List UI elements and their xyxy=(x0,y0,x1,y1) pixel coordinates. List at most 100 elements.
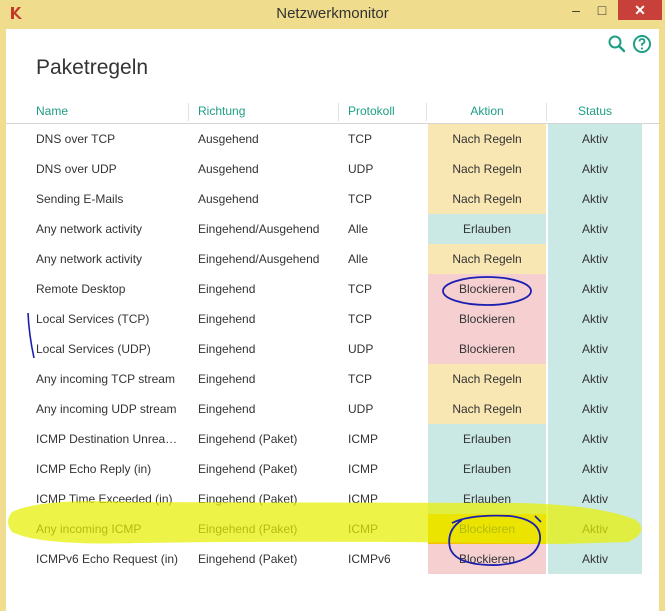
maximize-button[interactable]: □ xyxy=(592,0,612,20)
search-icon[interactable] xyxy=(607,34,627,54)
rule-name-cell: Remote Desktop xyxy=(36,282,126,296)
rule-action-cell[interactable]: Erlauben xyxy=(428,484,546,514)
table-row[interactable]: Any incoming ICMP Eingehend (Paket) ICMP Bl… xyxy=(6,514,659,544)
rule-name-cell: Local Services (TCP) xyxy=(36,312,150,326)
table-row[interactable]: ICMP Time Exceeded (in) Eingehend (Paket)… xyxy=(6,484,659,514)
rule-action-cell[interactable]: Blockieren xyxy=(428,274,546,304)
rule-action-cell[interactable]: Nach Regeln xyxy=(428,154,546,184)
title-bar[interactable]: Netzwerkmonitor – □ ✕ xyxy=(0,0,665,28)
main-panel: Paketregeln Name Richtung Protokoll Akti… xyxy=(6,29,659,611)
rule-name-cell: ICMP Time Exceeded (in) xyxy=(36,492,173,506)
rule-action-cell[interactable]: Nach Regeln xyxy=(428,244,546,274)
rule-direction-cell: Eingehend (Paket) xyxy=(198,522,298,536)
rule-status-cell[interactable]: Aktiv xyxy=(548,424,642,454)
table-row[interactable]: ICMP Echo Reply (in) Eingehend (Paket) ICM… xyxy=(6,454,659,484)
rule-name-cell: ICMPv6 Echo Request (in) xyxy=(36,552,179,566)
rule-direction-cell: Eingehend xyxy=(198,402,256,416)
rule-action-cell[interactable]: Blockieren xyxy=(428,544,546,574)
column-header-protocol[interactable]: Protokoll xyxy=(348,104,395,118)
rule-protocol-cell: TCP xyxy=(348,282,372,296)
table-row[interactable]: Remote Desktop Eingehend TCP Blockieren Akti… xyxy=(6,274,659,304)
rule-status-cell[interactable]: Aktiv xyxy=(548,214,642,244)
rule-action-cell[interactable]: Blockieren xyxy=(428,304,546,334)
rule-status-cell[interactable]: Aktiv xyxy=(548,544,642,574)
table-row[interactable]: Any incoming UDP stream Eingehend UDP Nach … xyxy=(6,394,659,424)
rule-direction-cell: Eingehend xyxy=(198,342,256,356)
rule-direction-cell: Ausgehend xyxy=(198,132,259,146)
table-row[interactable]: Any network activity Eingehend/Ausgehend A… xyxy=(6,214,659,244)
rule-protocol-cell: UDP xyxy=(348,402,374,416)
rule-protocol-cell: UDP xyxy=(348,162,374,176)
rule-status-cell[interactable]: Aktiv xyxy=(548,514,642,544)
rule-status-cell[interactable]: Aktiv xyxy=(548,244,642,274)
rule-status-cell[interactable]: Aktiv xyxy=(548,124,642,154)
app-window: Netzwerkmonitor – □ ✕ Paketregeln Name R… xyxy=(0,0,665,611)
column-divider[interactable] xyxy=(426,103,427,121)
rule-protocol-cell: TCP xyxy=(348,372,372,386)
rule-name-cell: ICMP Destination Unrea… xyxy=(36,432,178,446)
rule-name-cell: DNS over TCP xyxy=(36,132,116,146)
rule-direction-cell: Eingehend (Paket) xyxy=(198,462,298,476)
close-button[interactable]: ✕ xyxy=(618,0,662,20)
rule-status-cell[interactable]: Aktiv xyxy=(548,184,642,214)
rule-name-cell: Any incoming TCP stream xyxy=(36,372,175,386)
rule-status-cell[interactable]: Aktiv xyxy=(548,304,642,334)
rule-name-cell: DNS over UDP xyxy=(36,162,117,176)
rule-protocol-cell: ICMPv6 xyxy=(348,552,391,566)
column-header-status[interactable]: Status xyxy=(548,104,642,118)
table-row[interactable]: ICMPv6 Echo Request (in) Eingehend (Paket… xyxy=(6,544,659,574)
rule-direction-cell: Eingehend xyxy=(198,282,256,296)
table-row[interactable]: Any network activity Eingehend/Ausgehend A… xyxy=(6,244,659,274)
rule-status-cell[interactable]: Aktiv xyxy=(548,274,642,304)
column-header-direction[interactable]: Richtung xyxy=(198,104,245,118)
minimize-button[interactable]: – xyxy=(566,0,586,20)
table-row[interactable]: Any incoming TCP stream Eingehend TCP Nach … xyxy=(6,364,659,394)
column-divider[interactable] xyxy=(188,103,189,121)
rule-action-cell[interactable]: Nach Regeln xyxy=(428,394,546,424)
rule-direction-cell: Eingehend (Paket) xyxy=(198,432,298,446)
column-divider[interactable] xyxy=(546,103,547,121)
rule-action-cell[interactable]: Erlauben xyxy=(428,454,546,484)
column-header-name[interactable]: Name xyxy=(36,104,68,118)
rule-protocol-cell: UDP xyxy=(348,342,374,356)
rule-direction-cell: Eingehend/Ausgehend xyxy=(198,252,320,266)
column-divider[interactable] xyxy=(338,103,339,121)
help-icon[interactable] xyxy=(632,34,652,54)
table-row[interactable]: ICMP Destination Unrea… Eingehend (Paket)… xyxy=(6,424,659,454)
column-header-action[interactable]: Aktion xyxy=(428,104,546,118)
rule-status-cell[interactable]: Aktiv xyxy=(548,364,642,394)
table-row[interactable]: DNS over UDP Ausgehend UDP Nach Regeln Aktiv xyxy=(6,154,659,184)
rule-action-cell[interactable]: Blockieren xyxy=(428,514,546,544)
rule-protocol-cell: ICMP xyxy=(348,462,378,476)
rule-action-cell[interactable]: Nach Regeln xyxy=(428,364,546,394)
table-row[interactable]: Local Services (TCP) Eingehend TCP Blockier… xyxy=(6,304,659,334)
rule-protocol-cell: Alle xyxy=(348,252,369,266)
rule-direction-cell: Eingehend xyxy=(198,312,256,326)
rule-status-cell[interactable]: Aktiv xyxy=(548,484,642,514)
rule-direction-cell: Eingehend (Paket) xyxy=(198,552,298,566)
rule-action-cell[interactable]: Nach Regeln xyxy=(428,124,546,154)
rule-direction-cell: Eingehend (Paket) xyxy=(198,492,298,506)
rule-status-cell[interactable]: Aktiv xyxy=(548,154,642,184)
table-header: Name Richtung Protokoll Aktion Status xyxy=(6,101,659,124)
rule-protocol-cell: Alle xyxy=(348,222,369,236)
table-row[interactable]: Sending E-Mails Ausgehend TCP Nach Regeln Ak… xyxy=(6,184,659,214)
rule-name-cell: Sending E-Mails xyxy=(36,192,124,206)
rule-protocol-cell: ICMP xyxy=(348,432,378,446)
rule-name-cell: Local Services (UDP) xyxy=(36,342,151,356)
rule-action-cell[interactable]: Erlauben xyxy=(428,214,546,244)
rule-protocol-cell: TCP xyxy=(348,192,372,206)
table-row[interactable]: Local Services (UDP) Eingehend UDP Blockier… xyxy=(6,334,659,364)
rule-status-cell[interactable]: Aktiv xyxy=(548,334,642,364)
rule-name-cell: Any incoming UDP stream xyxy=(36,402,177,416)
table-row[interactable]: DNS over TCP Ausgehend TCP Nach Regeln Aktiv xyxy=(6,124,659,154)
rule-name-cell: Any incoming ICMP xyxy=(36,522,142,536)
rule-action-cell[interactable]: Erlauben xyxy=(428,424,546,454)
rule-status-cell[interactable]: Aktiv xyxy=(548,454,642,484)
rule-direction-cell: Ausgehend xyxy=(198,192,259,206)
page-title: Paketregeln xyxy=(36,56,149,79)
rule-action-cell[interactable]: Blockieren xyxy=(428,334,546,364)
rule-action-cell[interactable]: Nach Regeln xyxy=(428,184,546,214)
rule-direction-cell: Ausgehend xyxy=(198,162,259,176)
rule-status-cell[interactable]: Aktiv xyxy=(548,394,642,424)
